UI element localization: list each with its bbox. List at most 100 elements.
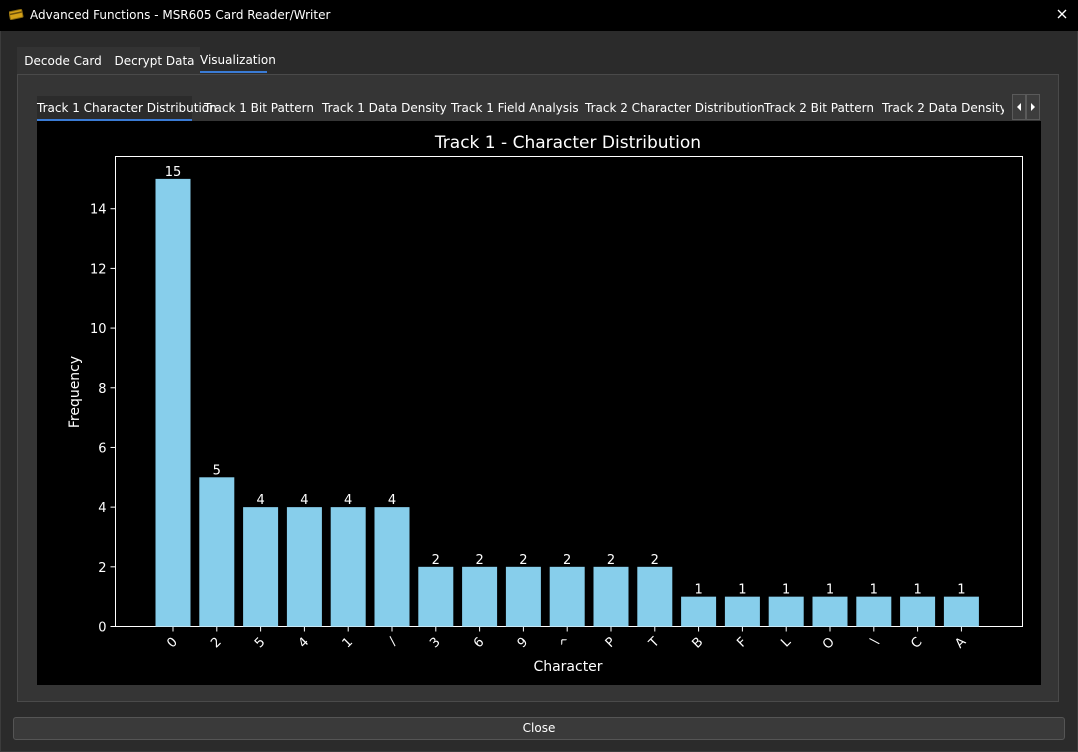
tab-label: Decode Card [24, 54, 102, 68]
window-title: Advanced Functions - MSR605 Card Reader/… [30, 8, 331, 22]
bar [681, 596, 717, 627]
x-tick-label: 6 [471, 635, 487, 651]
chart-title: Track 1 - Character Distribution [434, 133, 701, 153]
tab-label: Track 2 Data Density [882, 101, 1004, 115]
tab-track1-bit-pattern[interactable]: Track 1 Bit Pattern [204, 96, 314, 121]
close-button[interactable]: Close [13, 717, 1065, 740]
bar-value-label: 1 [913, 583, 921, 598]
bar-value-label: 2 [563, 553, 571, 568]
bar [637, 566, 673, 627]
y-tick-label: 6 [98, 441, 106, 456]
bar-value-labels: 15 5 4 4 4 4 2 2 2 2 2 2 1 1 1 1 1 1 1 [165, 165, 966, 598]
y-tick-label: 8 [98, 382, 106, 397]
y-tick-label: 10 [90, 322, 107, 337]
bar [724, 596, 760, 627]
title-bar: Advanced Functions - MSR605 Card Reader/… [0, 0, 1078, 31]
tab-scroll-left-button[interactable] [1012, 94, 1026, 120]
bar [155, 178, 191, 627]
arrow-right-icon [1031, 103, 1035, 111]
tab-label: Track 1 Character Distribution [37, 101, 217, 115]
bar [286, 507, 322, 627]
x-tick-label: A [952, 635, 969, 652]
credit-card-icon [8, 8, 24, 21]
bar [505, 566, 541, 627]
y-tick-label: 2 [98, 561, 106, 576]
tab-visualization[interactable]: Visualization [200, 47, 276, 74]
x-tick-label: / [386, 634, 400, 648]
tab-label: Track 1 Field Analysis [451, 101, 579, 115]
tab-track2-bit-pattern[interactable]: Track 2 Bit Pattern [764, 96, 874, 121]
bar-value-label: 1 [782, 583, 790, 598]
x-tick-label: \ [868, 634, 882, 648]
bar-value-label: 1 [694, 583, 702, 598]
y-tick-label: 0 [98, 621, 106, 636]
tab-track1-field-analysis[interactable]: Track 1 Field Analysis [451, 96, 579, 121]
x-tick-label: O [820, 635, 838, 653]
tab-decrypt-data[interactable]: Decrypt Data [109, 47, 200, 74]
close-icon[interactable] [1054, 6, 1070, 22]
x-tick-label: 5 [252, 635, 268, 651]
x-tick-label: T [646, 635, 663, 652]
y-tick-label: 12 [90, 262, 107, 277]
bar [593, 566, 629, 627]
bar-value-label: 4 [344, 493, 352, 508]
bar [330, 507, 366, 627]
x-axis: 0 2 5 4 1 / 3 6 9 ^ P T B F L O \ C A [164, 626, 969, 653]
tab-label: Track 1 Bit Pattern [204, 101, 314, 115]
tab-label: Decrypt Data [114, 54, 195, 68]
y-tick-label: 14 [90, 203, 107, 218]
x-tick-label: 1 [340, 635, 356, 651]
bar-value-label: 4 [388, 493, 396, 508]
bar [856, 596, 892, 627]
y-tick-label: 4 [98, 501, 106, 516]
x-tick-label: C [908, 635, 925, 652]
bar-value-label: 1 [826, 583, 834, 598]
y-axis: 0 2 4 6 8 10 12 14 [90, 203, 116, 636]
bar [243, 507, 279, 627]
x-tick-label: 0 [164, 635, 180, 651]
tab-decode-card[interactable]: Decode Card [17, 47, 109, 74]
bar [943, 596, 979, 627]
tab-label: Track 1 Data Density [322, 101, 447, 115]
bar-chart: Track 1 - Character Distribution 0246810… [67, 133, 1023, 675]
bar [768, 596, 804, 627]
bar-value-label: 1 [957, 583, 965, 598]
tab-track1-data-density[interactable]: Track 1 Data Density [322, 96, 447, 121]
tab-label: Visualization [200, 53, 276, 67]
tab-label: Track 2 Bit Pattern [764, 101, 874, 115]
x-tick-label: L [778, 634, 794, 650]
x-tick-label: P [603, 635, 619, 651]
bar [418, 566, 454, 627]
x-tick-label: B [690, 635, 707, 652]
bar [549, 566, 585, 627]
bar-value-label: 4 [256, 493, 264, 508]
bar [900, 596, 936, 627]
arrow-left-icon [1017, 103, 1021, 111]
tab-label: Track 2 Character Distribution [585, 101, 765, 115]
bar-value-label: 1 [870, 583, 878, 598]
active-tab-indicator [200, 71, 267, 73]
bar-value-label: 2 [519, 553, 527, 568]
tab-track2-data-density[interactable]: Track 2 Data Density [882, 96, 1004, 121]
bar-value-label: 1 [738, 583, 746, 598]
x-tick-label: 2 [208, 635, 224, 651]
bar [374, 507, 410, 627]
tab-track1-character-distribution[interactable]: Track 1 Character Distribution [37, 96, 217, 121]
x-tick-label: ^ [557, 635, 575, 653]
bar-value-label: 15 [165, 165, 182, 180]
x-axis-label: Character [533, 659, 602, 675]
tab-scroll-right-button[interactable] [1026, 94, 1040, 120]
tab-track2-character-distribution[interactable]: Track 2 Character Distribution [585, 96, 765, 121]
bar-value-label: 2 [432, 553, 440, 568]
bar [462, 566, 498, 627]
bar-value-label: 5 [213, 463, 221, 478]
x-tick-label: F [734, 635, 750, 651]
bar-value-label: 2 [607, 553, 615, 568]
x-tick-label: 9 [515, 635, 531, 651]
bar [199, 477, 235, 627]
x-tick-label: 4 [296, 635, 312, 651]
bar-value-label: 2 [475, 553, 483, 568]
bar [812, 596, 848, 627]
chart-canvas: Track 1 - Character Distribution 0 2 4 6 8 10… [37, 121, 1041, 685]
x-tick-label: 3 [427, 635, 443, 651]
